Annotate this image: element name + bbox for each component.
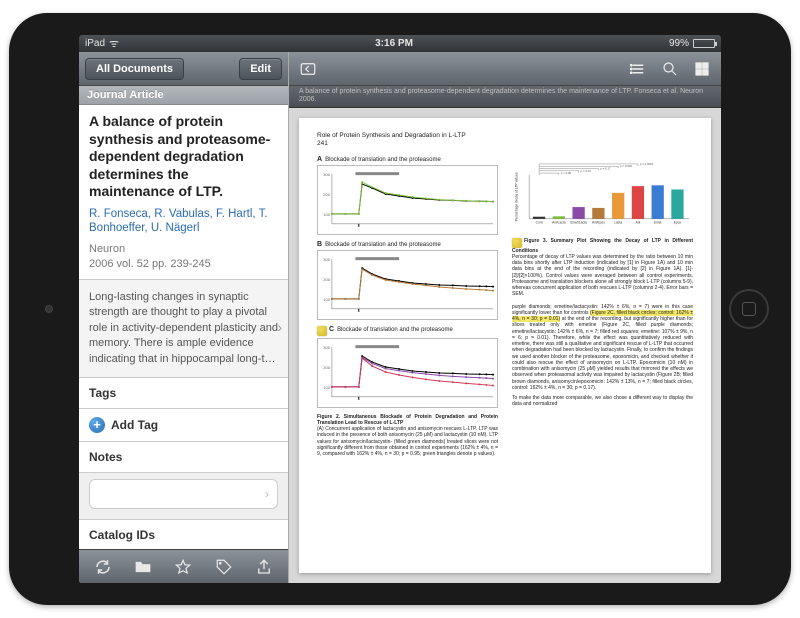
svg-text:100: 100	[323, 297, 330, 302]
search-icon[interactable]	[659, 58, 681, 80]
page-number: 241	[317, 140, 328, 147]
sidebar-toolbar: All Documents Edit	[79, 52, 288, 86]
svg-text:200: 200	[323, 277, 330, 282]
svg-text:p = 0.002: p = 0.002	[620, 164, 632, 168]
carrier-label: iPad	[85, 38, 105, 49]
svg-text:Lacta: Lacta	[614, 220, 622, 224]
plus-icon: +	[89, 417, 105, 433]
battery-pct: 99%	[669, 38, 689, 49]
journal-name: Neuron	[89, 242, 278, 256]
fig3-caption: Figure 3. Summary Plot Showing the Decay…	[512, 238, 693, 298]
svg-text:100: 100	[323, 212, 330, 217]
fig-b-title: Blockade of translation and the proteaso…	[325, 242, 441, 248]
share-icon[interactable]	[253, 556, 275, 578]
page-area[interactable]: Role of Protein Synthesis and Degradatio…	[289, 108, 721, 583]
figure-3: Cont Ani/Lacta Emet/Lacta Ani/Epox Lacta Ani E…	[512, 156, 693, 234]
add-tag-button[interactable]: + Add Tag	[79, 409, 288, 442]
svg-text:p = 0.95: p = 0.95	[561, 171, 572, 175]
annotation-icon[interactable]	[317, 326, 327, 336]
tag-icon[interactable]	[213, 556, 235, 578]
body-text-2: To make the data more comparable, we als…	[512, 395, 693, 408]
svg-text:200: 200	[323, 192, 330, 197]
svg-text:Ani/Lacta: Ani/Lacta	[552, 220, 566, 224]
citation: 2006 vol. 52 pp. 239-245	[89, 257, 278, 271]
edit-button[interactable]: Edit	[239, 58, 282, 80]
list-icon[interactable]	[627, 58, 649, 80]
all-documents-button[interactable]: All Documents	[85, 58, 184, 80]
running-head: Role of Protein Synthesis and Degradatio…	[317, 132, 466, 139]
svg-text:300: 300	[323, 345, 330, 350]
svg-text:Emet: Emet	[654, 220, 662, 224]
svg-text:100: 100	[323, 385, 330, 390]
svg-text:p = 0.01: p = 0.01	[581, 168, 592, 172]
notes-header: Notes	[79, 442, 288, 473]
clock: 3:16 PM	[375, 38, 413, 49]
svg-text:200: 200	[323, 365, 330, 370]
body-text: purple diamonds; emetine/lactacystin: 14…	[512, 304, 693, 392]
battery-icon	[693, 39, 715, 48]
svg-text:Ani: Ani	[636, 220, 641, 224]
wifi-icon: ᯤ	[109, 36, 119, 51]
tags-header: Tags	[79, 378, 288, 409]
svg-text:Epox: Epox	[674, 220, 682, 224]
catalog-header: Catalog IDs	[79, 520, 288, 549]
sidebar-bottom-toolbar	[79, 549, 288, 583]
ipad-frame: iPad ᯤ 3:16 PM 99% All Documents Edit Jou…	[9, 13, 791, 605]
status-bar: iPad ᯤ 3:16 PM 99%	[79, 35, 721, 52]
article-title: A balance of protein synthesis and prote…	[89, 113, 278, 201]
fig-c-title: Blockade of translation and the proteaso…	[337, 327, 453, 333]
viewer-meta-bar: A balance of protein synthesis and prote…	[289, 86, 721, 108]
svg-text:Emet/Lacta: Emet/Lacta	[570, 220, 586, 224]
refresh-icon[interactable]	[92, 556, 114, 578]
chevron-right-icon: ›	[265, 487, 269, 501]
notes-field[interactable]: ›	[89, 479, 278, 509]
annotation-icon[interactable]	[512, 238, 522, 248]
svg-text:300: 300	[323, 257, 330, 262]
figure-2a: 100 200 300	[317, 165, 498, 235]
article-authors: R. Fonseca, R. Vabulas, F. Hartl, T. Bon…	[89, 207, 278, 237]
folder-icon[interactable]	[132, 556, 154, 578]
camera	[45, 305, 53, 313]
sidebar: All Documents Edit Journal Article A bal…	[79, 52, 289, 583]
fig-a-title: Blockade of translation and the proteaso…	[325, 157, 441, 163]
viewer-toolbar	[289, 52, 721, 86]
document-viewer: A balance of protein synthesis and prote…	[289, 52, 721, 583]
svg-text:300: 300	[323, 172, 330, 177]
back-icon[interactable]	[297, 58, 319, 80]
article-header[interactable]: A balance of protein synthesis and prote…	[79, 105, 288, 280]
abstract-text: Long-lasting changes in synaptic strengt…	[89, 291, 278, 365]
svg-text:Cont: Cont	[536, 220, 543, 224]
svg-text:p = 0.17: p = 0.17	[600, 166, 611, 170]
home-button[interactable]	[729, 289, 769, 329]
section-header: Journal Article	[79, 86, 288, 105]
chevron-right-icon: ›	[277, 319, 282, 339]
svg-text:p = 0.0001: p = 0.0001	[640, 161, 654, 165]
star-icon[interactable]	[172, 556, 194, 578]
svg-text:Ani/Epox: Ani/Epox	[592, 220, 605, 224]
figure-2c: 100 200 300	[317, 338, 498, 408]
grid-icon[interactable]	[691, 58, 713, 80]
svg-text:Percentage decay of LTP values: Percentage decay of LTP values	[515, 172, 519, 221]
pdf-page: Role of Protein Synthesis and Degradatio…	[299, 118, 711, 573]
figure-2b: 100 200 300	[317, 250, 498, 320]
add-tag-label: Add Tag	[111, 418, 158, 432]
fig2-caption: Figure 2. Simultaneous Blockade of Prote…	[317, 414, 498, 458]
abstract-cell[interactable]: Long-lasting changes in synaptic strengt…	[79, 280, 288, 378]
